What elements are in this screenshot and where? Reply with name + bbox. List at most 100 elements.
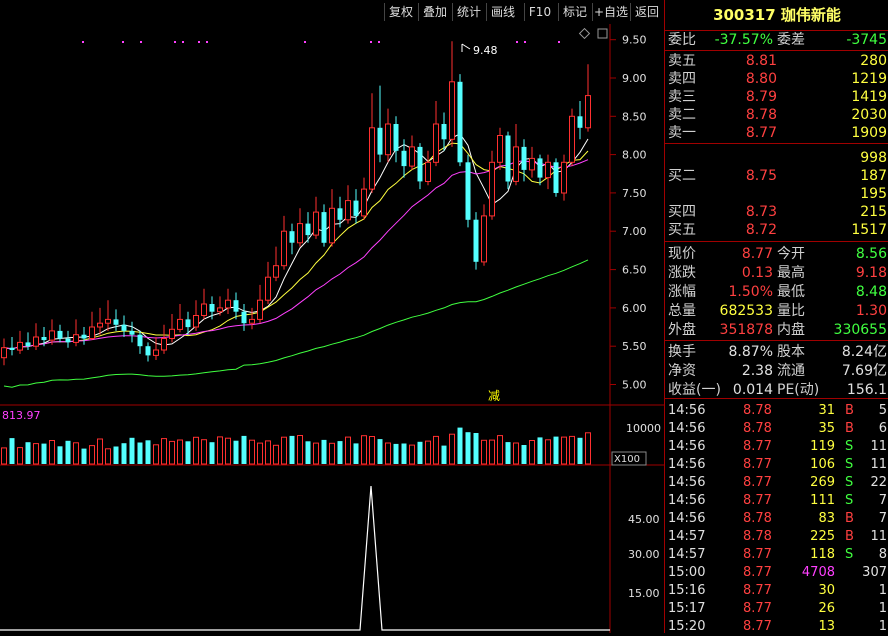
volume-bar (177, 439, 183, 465)
event-label: 减 (488, 389, 500, 403)
mark-button[interactable]: 标记 (558, 3, 591, 21)
tick-count: 11 (870, 439, 887, 454)
volume-bar (209, 442, 215, 464)
price-axis-label: 7.00 (622, 225, 647, 238)
tick-side: B (845, 403, 854, 418)
fund-value-2: 8.24亿 (841, 344, 887, 360)
volume-bar (249, 439, 255, 465)
tick-time: 14:56 (668, 475, 706, 490)
volume-bar (17, 447, 23, 465)
quote-panel: 300317 珈伟新能 委比 -37.57% 委差 -3745 卖五 8.81 28… (664, 0, 888, 634)
tick-row: 14:56 8.78 35 B 6 (665, 420, 888, 438)
tick-count: 7 (878, 493, 887, 508)
candle-body (273, 265, 279, 278)
stat-value-2: 9.18 (855, 265, 887, 281)
volume-bar (481, 439, 487, 465)
candle-body (113, 319, 119, 325)
fund-value: 0.014 (732, 382, 773, 398)
tick-volume: 111 (810, 493, 835, 508)
tick-row: 14:56 8.77 111 S 7 (665, 492, 888, 510)
candle-body (577, 116, 583, 128)
volume-bar (393, 443, 399, 464)
candle-body (369, 127, 375, 190)
candle-body (569, 115, 575, 163)
stat-value-2: 8.48 (855, 284, 887, 300)
volume-bar (585, 432, 591, 465)
bid-price: 8.75 (745, 168, 777, 184)
add-favorite-button[interactable]: +自选 (592, 3, 629, 21)
volume-bar (369, 436, 375, 465)
bid-row: 195 (665, 185, 888, 203)
tick-count: 307 (862, 565, 887, 580)
candle-body (401, 150, 407, 167)
volume-bar (161, 438, 167, 465)
candle-body (345, 200, 351, 221)
volume-bar (49, 440, 55, 465)
kline-chart-area[interactable]: 9.50 9.00 8.50 8.00 7.50 7.00 6.50 6.00 5.50 5.00… (0, 24, 664, 633)
volume-bar (441, 445, 447, 464)
volume-label: 813.97 (2, 409, 41, 422)
stat-label: 总量 (668, 303, 696, 319)
stat-value: 8.77 (741, 246, 773, 262)
volume-bar (409, 444, 415, 465)
ask-row: 卖二 8.78 2030 (665, 106, 888, 124)
candle-body (425, 161, 431, 183)
stat-label-2: 最高 (777, 265, 805, 281)
restore-rights-button[interactable]: 复权 (384, 3, 417, 21)
candle-body (169, 328, 175, 339)
volume-bar (193, 436, 199, 465)
ask-price: 8.81 (745, 53, 777, 69)
ask-price: 8.77 (745, 125, 777, 141)
tick-count: 22 (870, 475, 887, 490)
volume-bar (417, 441, 423, 464)
tick-time: 15:20 (668, 619, 706, 634)
bid-price: 8.73 (745, 204, 777, 220)
weicha-value: -3745 (846, 32, 887, 48)
volume-bar (25, 442, 31, 464)
kline-chart[interactable]: 9.50 9.00 8.50 8.00 7.50 7.00 6.50 6.00 5.50 5.00… (0, 24, 664, 633)
volume-bar (529, 440, 535, 465)
tick-side: S (845, 457, 854, 472)
candle-body (201, 303, 207, 316)
volume-bar (137, 442, 143, 464)
ask-row: 卖三 8.79 1419 (665, 88, 888, 106)
volume-bar (489, 439, 495, 465)
tick-time: 14:56 (668, 493, 706, 508)
tick-price: 8.77 (743, 583, 772, 598)
overlay-button[interactable]: 叠加 (418, 3, 451, 21)
volume-bar (569, 435, 575, 465)
candle-body (257, 299, 263, 320)
volume-bar (41, 443, 47, 464)
stat-value: 351878 (719, 322, 773, 338)
volume-bar (1, 447, 7, 465)
stat-label-2: 内盘 (777, 322, 805, 338)
volume-bar (545, 439, 551, 465)
volume-bar (185, 441, 191, 464)
bid-row: 买四 8.73 215 (665, 203, 888, 221)
candle-body (585, 95, 591, 129)
volume-bar (81, 448, 87, 464)
tick-price: 8.78 (743, 403, 772, 418)
weibi-value: -37.57% (714, 32, 773, 48)
draw-line-button[interactable]: 画线 (486, 3, 519, 21)
tick-side: S (845, 547, 854, 562)
bid-volume: 187 (860, 168, 887, 184)
ask-label: 卖三 (668, 89, 696, 105)
candle-body (57, 330, 63, 339)
f10-button[interactable]: F10 (524, 3, 555, 21)
candle-body (65, 338, 71, 343)
tick-side: B (845, 511, 854, 526)
volume-bar (465, 432, 471, 464)
back-button[interactable]: 返回 (630, 3, 663, 21)
tick-volume: 4708 (801, 565, 835, 580)
price-axis-label: 8.00 (622, 149, 647, 162)
volume-bar (145, 440, 151, 464)
price-axis-label: 6.50 (622, 264, 647, 277)
fund-label: 换手 (668, 344, 696, 360)
statistics-button[interactable]: 统计 (452, 3, 485, 21)
candle-body (145, 346, 151, 356)
candle-body (129, 330, 135, 335)
fundamental-row: 换手 8.87% 股本 8.24亿 (665, 343, 888, 361)
tick-volume: 83 (818, 511, 835, 526)
volume-unit: X100 (614, 454, 640, 465)
